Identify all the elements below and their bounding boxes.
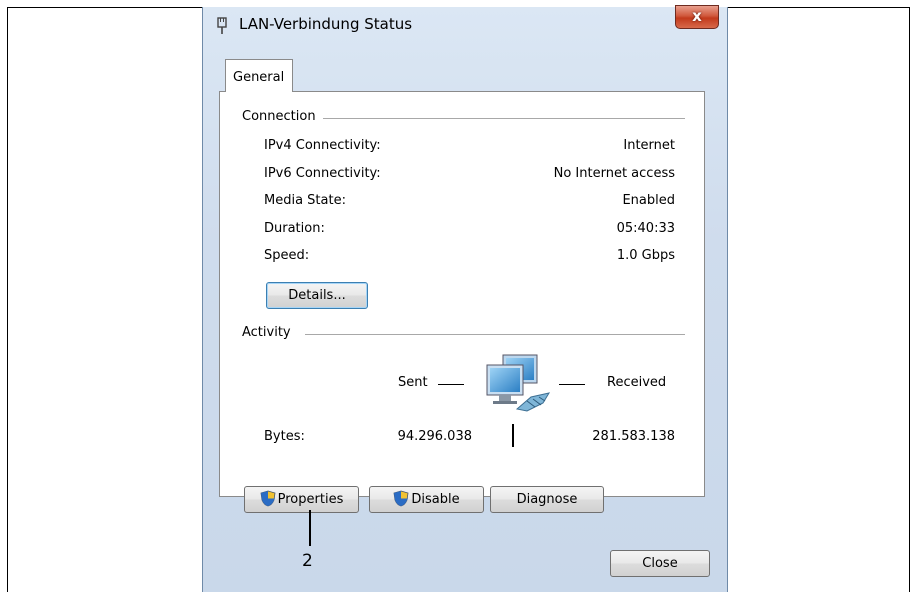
disable-button[interactable]: Disable bbox=[369, 486, 484, 513]
network-computers-icon bbox=[486, 354, 551, 412]
bytes-separator bbox=[512, 424, 514, 447]
ipv6-connectivity-value: No Internet access bbox=[553, 166, 675, 181]
connection-group-divider bbox=[323, 118, 685, 119]
activity-group-title: Activity bbox=[242, 325, 299, 340]
ipv6-connectivity-label: IPv6 Connectivity: bbox=[264, 166, 381, 181]
media-state-value: Enabled bbox=[622, 193, 675, 208]
duration-label: Duration: bbox=[264, 221, 325, 236]
uac-shield-icon bbox=[393, 490, 409, 507]
activity-group-divider bbox=[305, 334, 685, 335]
disable-button-label: Disable bbox=[411, 492, 460, 507]
ipv4-connectivity-value: Internet bbox=[623, 138, 675, 153]
connection-group-title: Connection bbox=[242, 109, 324, 124]
media-state-label: Media State: bbox=[264, 193, 346, 208]
sent-label: Sent bbox=[398, 375, 428, 390]
received-label: Received bbox=[607, 375, 667, 390]
sent-dash bbox=[438, 384, 464, 385]
speed-label: Speed: bbox=[264, 248, 310, 263]
diagnose-button[interactable]: Diagnose bbox=[490, 486, 604, 513]
window-title: LAN-Verbindung Status bbox=[239, 15, 413, 33]
lan-status-dialog: LAN-Verbindung Status x General Connecti… bbox=[202, 5, 728, 592]
callout-label: 2 bbox=[302, 551, 313, 571]
general-tab-panel: Connection IPv4 Connectivity: Internet I… bbox=[219, 91, 705, 513]
bytes-sent-value: 94.296.038 bbox=[397, 429, 472, 444]
bytes-label: Bytes: bbox=[264, 429, 305, 444]
tab-general[interactable]: General bbox=[225, 59, 293, 92]
properties-button-label: Properties bbox=[277, 492, 344, 507]
close-button[interactable]: Close bbox=[610, 550, 710, 577]
uac-shield-icon bbox=[260, 490, 276, 507]
details-button[interactable]: Details... bbox=[266, 282, 368, 309]
bytes-received-value: 281.583.138 bbox=[592, 429, 675, 444]
duration-value: 05:40:33 bbox=[616, 221, 675, 236]
properties-button[interactable]: Properties bbox=[244, 486, 359, 513]
callout-leader-line bbox=[309, 510, 311, 546]
received-dash bbox=[559, 384, 585, 385]
network-adapter-icon bbox=[217, 17, 227, 34]
ipv4-connectivity-label: IPv4 Connectivity: bbox=[264, 138, 381, 153]
title-bar[interactable]: LAN-Verbindung Status x bbox=[203, 5, 727, 43]
speed-value: 1.0 Gbps bbox=[616, 248, 675, 263]
tab-general-label: General bbox=[233, 70, 285, 85]
window-close-button[interactable]: x bbox=[675, 5, 719, 29]
